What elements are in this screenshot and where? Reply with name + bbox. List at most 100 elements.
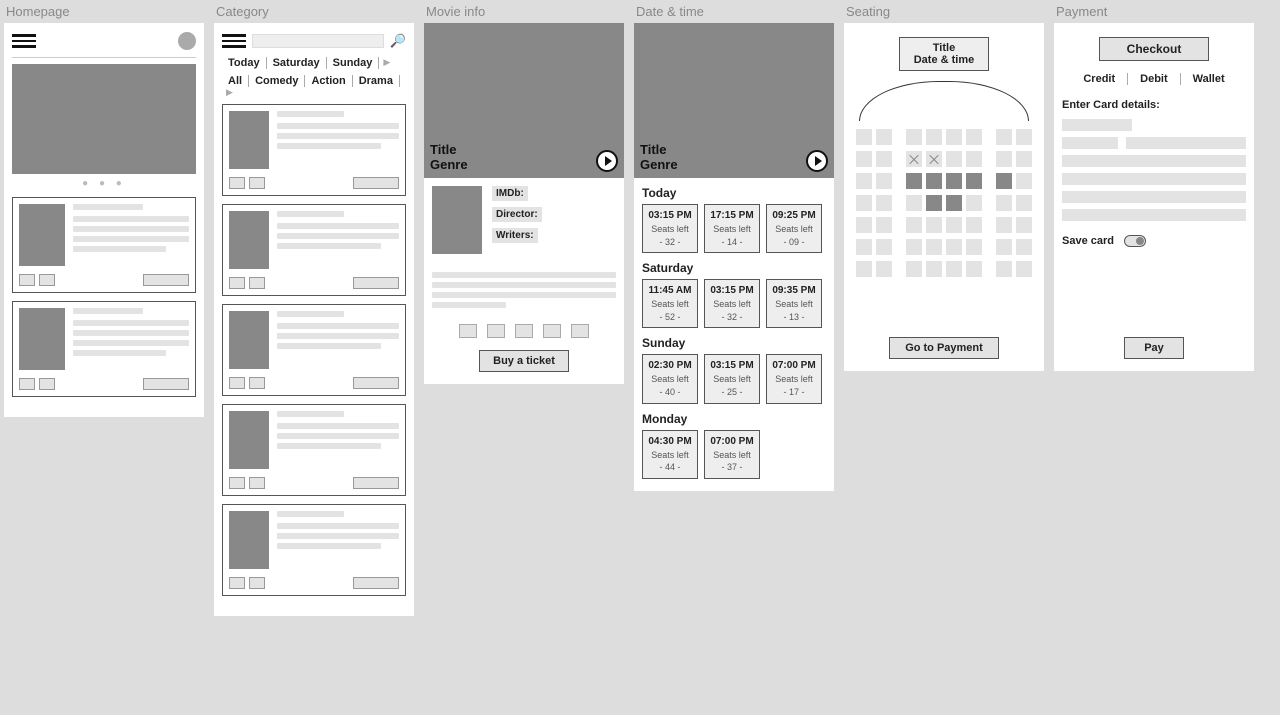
seat[interactable] — [926, 217, 942, 233]
seat[interactable] — [876, 151, 892, 167]
menu-icon[interactable] — [222, 31, 246, 51]
seat[interactable] — [996, 217, 1012, 233]
seat[interactable] — [856, 195, 872, 211]
seat[interactable] — [966, 129, 982, 145]
time-slot[interactable]: 09:25 PMSeats left- 09 - — [766, 204, 822, 253]
seat[interactable] — [946, 129, 962, 145]
payment-tab[interactable]: Credit — [1071, 73, 1128, 85]
seat-selected[interactable] — [996, 173, 1012, 189]
time-slot[interactable]: 04:30 PMSeats left- 44 - — [642, 430, 698, 479]
card-field[interactable] — [1062, 191, 1246, 203]
chevron-right-icon[interactable]: ▶ — [222, 87, 233, 98]
seat[interactable] — [966, 239, 982, 255]
thumb[interactable] — [515, 324, 533, 338]
pay-button[interactable]: Pay — [1124, 337, 1184, 359]
seat[interactable] — [906, 129, 922, 145]
seat-selected[interactable] — [906, 173, 922, 189]
card-action[interactable] — [353, 577, 399, 589]
movie-card[interactable] — [222, 504, 406, 596]
time-slot[interactable]: 07:00 PMSeats left- 17 - — [766, 354, 822, 403]
seat[interactable] — [1016, 195, 1032, 211]
menu-icon[interactable] — [12, 31, 36, 51]
play-icon[interactable] — [806, 150, 828, 172]
thumb[interactable] — [571, 324, 589, 338]
seat[interactable] — [906, 195, 922, 211]
time-slot[interactable]: 03:15 PMSeats left- 25 - — [704, 354, 760, 403]
genre-tab[interactable]: All — [222, 75, 249, 87]
seat[interactable] — [966, 151, 982, 167]
time-slot[interactable]: 03:15 PMSeats left- 32 - — [642, 204, 698, 253]
seat[interactable] — [1016, 239, 1032, 255]
genre-tab[interactable]: Action — [305, 75, 352, 87]
time-slot[interactable]: 07:00 PMSeats left- 37 - — [704, 430, 760, 479]
payment-tab[interactable]: Debit — [1128, 73, 1181, 85]
card-action[interactable] — [353, 477, 399, 489]
card-field[interactable] — [1062, 209, 1246, 221]
seat[interactable] — [996, 151, 1012, 167]
seat[interactable] — [856, 261, 872, 277]
seat[interactable] — [1016, 173, 1032, 189]
seat[interactable] — [876, 217, 892, 233]
seat[interactable] — [876, 195, 892, 211]
seat[interactable] — [906, 239, 922, 255]
buy-ticket-button[interactable]: Buy a ticket — [479, 350, 569, 372]
checkout-button[interactable]: Checkout — [1099, 37, 1209, 61]
movie-card[interactable] — [222, 404, 406, 496]
day-tab[interactable]: Saturday — [267, 57, 327, 69]
seat-selected[interactable] — [946, 195, 962, 211]
movie-card[interactable] — [222, 304, 406, 396]
seat[interactable] — [876, 173, 892, 189]
carousel-dots[interactable]: ● ● ● — [12, 178, 196, 189]
chevron-right-icon[interactable]: ▶ — [379, 57, 390, 68]
movie-card[interactable] — [12, 301, 196, 397]
movie-card[interactable] — [222, 104, 406, 196]
thumb[interactable] — [487, 324, 505, 338]
seat[interactable] — [856, 217, 872, 233]
card-action[interactable] — [353, 177, 399, 189]
day-tab[interactable]: Today — [222, 57, 267, 69]
seat-selected[interactable] — [946, 173, 962, 189]
seat[interactable] — [996, 195, 1012, 211]
seat[interactable] — [876, 129, 892, 145]
seat[interactable] — [996, 239, 1012, 255]
seat-selected[interactable] — [926, 195, 942, 211]
seat[interactable] — [966, 195, 982, 211]
seat-selected[interactable] — [966, 173, 982, 189]
seat[interactable] — [996, 261, 1012, 277]
seat[interactable] — [1016, 217, 1032, 233]
seat[interactable] — [946, 239, 962, 255]
seat-selected[interactable] — [926, 173, 942, 189]
seat[interactable] — [946, 261, 962, 277]
seat[interactable] — [966, 261, 982, 277]
seat[interactable] — [906, 261, 922, 277]
seat[interactable] — [926, 261, 942, 277]
hero-carousel[interactable] — [12, 64, 196, 174]
seat[interactable] — [906, 217, 922, 233]
card-field[interactable] — [1062, 173, 1246, 185]
thumb[interactable] — [459, 324, 477, 338]
go-to-payment-button[interactable]: Go to Payment — [889, 337, 999, 359]
avatar[interactable] — [178, 32, 196, 50]
save-card-toggle[interactable] — [1124, 235, 1146, 247]
seat[interactable] — [1016, 151, 1032, 167]
day-tab[interactable]: Sunday — [327, 57, 380, 69]
card-action[interactable] — [353, 377, 399, 389]
time-slot[interactable]: 17:15 PMSeats left- 14 - — [704, 204, 760, 253]
time-slot[interactable]: 11:45 AMSeats left- 52 - — [642, 279, 698, 328]
seat[interactable] — [996, 129, 1012, 145]
time-slot[interactable]: 09:35 PMSeats left- 13 - — [766, 279, 822, 328]
seat[interactable] — [946, 151, 962, 167]
time-slot[interactable]: 03:15 PMSeats left- 32 - — [704, 279, 760, 328]
card-field[interactable] — [1126, 137, 1246, 149]
card-action[interactable] — [143, 378, 189, 390]
seat[interactable] — [876, 239, 892, 255]
movie-card[interactable] — [12, 197, 196, 293]
genre-tab[interactable]: Comedy — [249, 75, 305, 87]
seat[interactable] — [856, 239, 872, 255]
search-input[interactable] — [252, 34, 384, 48]
seat[interactable] — [1016, 261, 1032, 277]
card-field[interactable] — [1062, 119, 1132, 131]
movie-card[interactable] — [222, 204, 406, 296]
card-field[interactable] — [1062, 137, 1118, 149]
seat[interactable] — [966, 217, 982, 233]
